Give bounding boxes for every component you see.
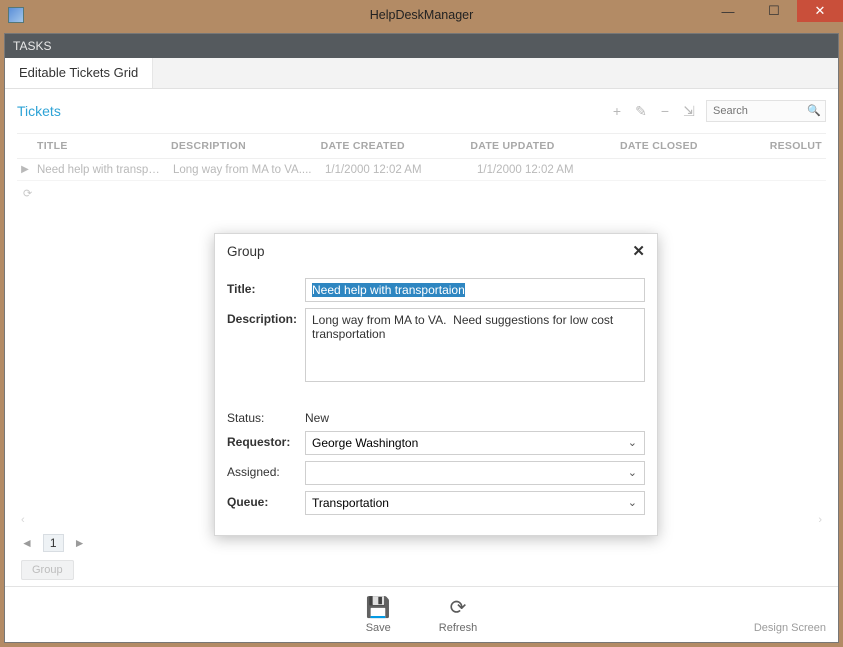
content-header: Tickets + ✎ − ⇲ 🔍 xyxy=(17,97,826,125)
group-dialog: Group ✕ Title: Description: S xyxy=(214,233,658,536)
section-title: Tickets xyxy=(17,103,61,119)
save-icon: 💾 xyxy=(366,595,391,620)
scroll-right-icon[interactable]: › xyxy=(818,514,822,526)
save-label: Save xyxy=(366,622,391,634)
pager-page[interactable]: 1 xyxy=(43,534,64,552)
label-queue: Queue: xyxy=(227,491,305,509)
col-description[interactable]: DESCRIPTION xyxy=(167,134,317,158)
cell-date-created: 1/1/2000 12:02 AM xyxy=(321,162,473,178)
loading-spinner-icon: ⟳ xyxy=(23,187,826,200)
scroll-left-icon[interactable]: ‹ xyxy=(21,514,25,526)
cell-date-updated: 1/1/2000 12:02 AM xyxy=(473,162,625,178)
assigned-select[interactable] xyxy=(305,461,645,485)
requestor-select[interactable] xyxy=(305,431,645,455)
status-value: New xyxy=(305,407,645,425)
group-button[interactable]: Group xyxy=(21,560,74,580)
refresh-icon: ⟳ xyxy=(450,595,467,620)
col-date-closed[interactable]: DATE CLOSED xyxy=(616,134,766,158)
dialog-close-icon[interactable]: ✕ xyxy=(632,242,645,260)
search-wrap: 🔍 xyxy=(706,100,826,122)
client-area: TASKS Editable Tickets Grid Tickets + ✎ … xyxy=(4,33,839,643)
remove-icon[interactable]: − xyxy=(658,104,672,118)
description-textarea[interactable] xyxy=(305,308,645,382)
queue-select[interactable] xyxy=(305,491,645,515)
group-button-row: Group xyxy=(17,558,826,586)
app-window: HelpDeskManager — ☐ ✕ TASKS Editable Tic… xyxy=(0,0,843,647)
search-input[interactable] xyxy=(706,100,826,122)
col-title[interactable]: TITLE xyxy=(17,134,167,158)
dialog-title: Group xyxy=(227,244,265,259)
col-date-updated[interactable]: DATE UPDATED xyxy=(466,134,616,158)
tab-editable-tickets-grid[interactable]: Editable Tickets Grid xyxy=(5,58,153,88)
minimize-button[interactable]: — xyxy=(705,0,751,22)
export-icon[interactable]: ⇲ xyxy=(682,104,696,118)
dialog-body: Title: Description: Status: New Requ xyxy=(215,268,657,535)
label-description: Description: xyxy=(227,308,305,326)
titlebar[interactable]: HelpDeskManager — ☐ ✕ xyxy=(0,0,843,30)
tickets-grid: TITLE DESCRIPTION DATE CREATED DATE UPDA… xyxy=(17,133,826,512)
label-requestor: Requestor: xyxy=(227,431,305,449)
cell-date-closed xyxy=(625,168,777,172)
toolbar: + ✎ − ⇲ 🔍 xyxy=(610,100,826,122)
refresh-button[interactable]: ⟳ Refresh xyxy=(439,595,478,634)
grid-header: TITLE DESCRIPTION DATE CREATED DATE UPDA… xyxy=(17,133,826,159)
label-status: Status: xyxy=(227,407,305,425)
row-caret-icon: ▶ xyxy=(17,164,33,175)
bottom-bar: 💾 Save ⟳ Refresh Design Screen xyxy=(5,586,838,642)
title-input[interactable] xyxy=(305,278,645,302)
cell-description: Long way from MA to VA.... xyxy=(169,162,321,178)
save-button[interactable]: 💾 Save xyxy=(366,595,391,634)
cell-title: Need help with transportaion xyxy=(33,162,169,178)
tasks-header: TASKS xyxy=(5,34,838,58)
refresh-label: Refresh xyxy=(439,622,478,634)
pager-prev[interactable]: ◄ xyxy=(21,536,33,550)
maximize-button[interactable]: ☐ xyxy=(751,0,797,22)
add-icon[interactable]: + xyxy=(610,104,624,118)
label-title: Title: xyxy=(227,278,305,296)
design-screen-link[interactable]: Design Screen xyxy=(754,622,826,634)
window-controls: — ☐ ✕ xyxy=(705,0,843,22)
col-resolution[interactable]: RESOLUT xyxy=(766,134,826,158)
tabstrip: Editable Tickets Grid xyxy=(5,58,838,89)
table-row[interactable]: ▶ Need help with transportaion Long way … xyxy=(17,159,826,181)
close-button[interactable]: ✕ xyxy=(797,0,843,22)
content: Tickets + ✎ − ⇲ 🔍 TITLE DESCRIPTION DATE xyxy=(5,89,838,586)
label-assigned: Assigned: xyxy=(227,461,305,479)
col-date-created[interactable]: DATE CREATED xyxy=(317,134,467,158)
dialog-header[interactable]: Group ✕ xyxy=(215,234,657,268)
pager-next[interactable]: ► xyxy=(74,536,86,550)
edit-icon[interactable]: ✎ xyxy=(634,104,648,118)
